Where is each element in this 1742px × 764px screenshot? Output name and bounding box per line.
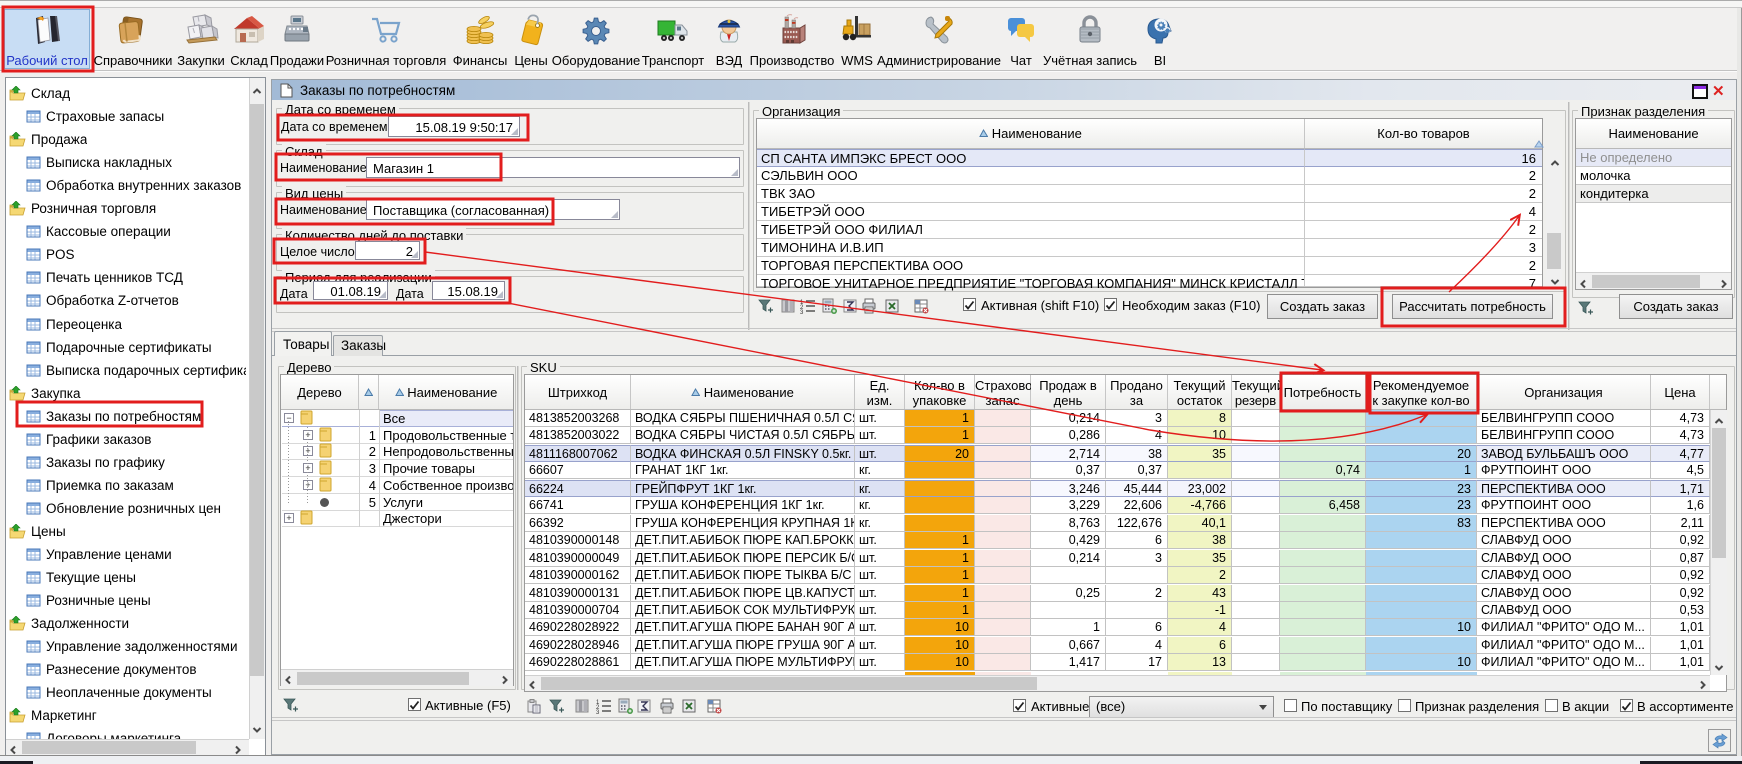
svg-text:3: 3	[596, 710, 600, 714]
svg-text:3: 3	[800, 310, 804, 314]
